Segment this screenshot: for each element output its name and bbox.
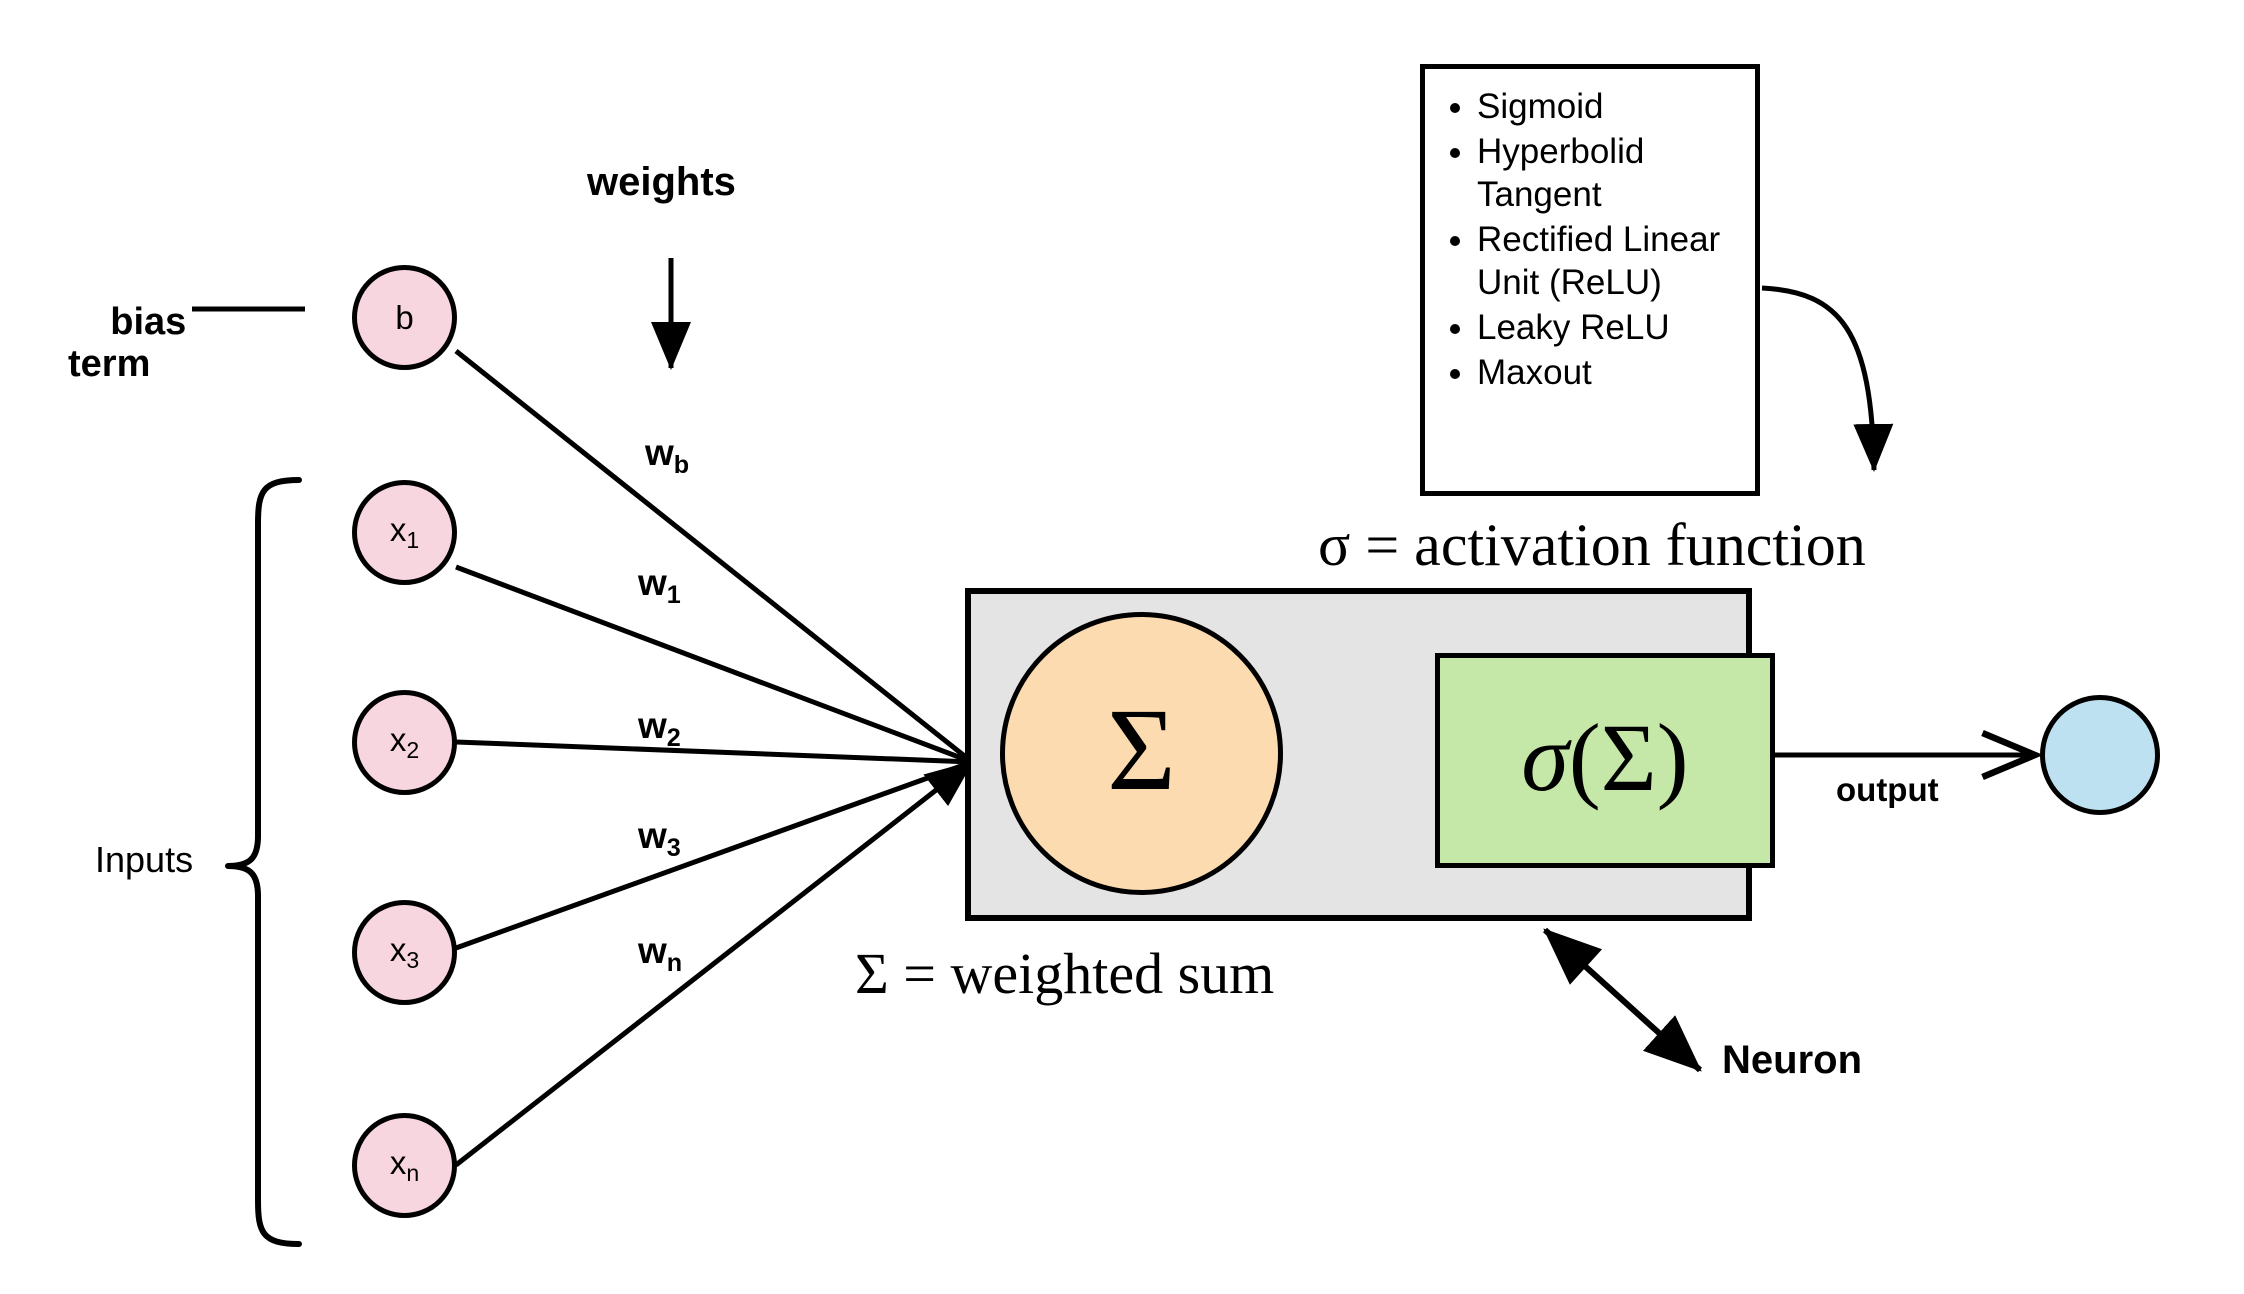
activation-function-item: Hyperbolid Tangent xyxy=(1477,130,1745,216)
weight-label-w2: w2 xyxy=(638,705,681,753)
weights-label: weights xyxy=(587,160,736,204)
node-bias[interactable]: b xyxy=(352,265,457,370)
activation-function-item: Rectified Linear Unit (ReLU) xyxy=(1477,218,1745,304)
neuron-label: Neuron xyxy=(1722,1038,1862,1082)
sigma-of-sum-glyph: σ(Σ) xyxy=(1521,703,1689,811)
node-input-xn-label: xn xyxy=(389,1143,420,1186)
activation-function-item: Leaky ReLU xyxy=(1477,306,1745,349)
weight-label-w3: w3 xyxy=(638,815,681,863)
node-input-x2-label: x2 xyxy=(389,720,420,763)
sigma-definition-label: σ = activation function xyxy=(1318,512,1866,578)
activation-functions-list: Sigmoid Hyperbolid Tangent Rectified Lin… xyxy=(1439,85,1745,394)
output-label: output xyxy=(1836,771,1939,808)
weight-label-w1: w1 xyxy=(638,562,681,610)
node-input-xn[interactable]: xn xyxy=(352,1113,457,1218)
weight-label-wb: wb xyxy=(645,432,690,480)
summation-node: Σ xyxy=(1000,612,1283,895)
diagram-canvas: bias term Inputs weights b x1 x2 x3 xn w… xyxy=(0,0,2244,1294)
activation-function-item: Maxout xyxy=(1477,351,1745,394)
node-input-x2[interactable]: x2 xyxy=(352,690,457,795)
edge-x1 xyxy=(455,564,973,765)
sum-definition-label: Σ = weighted sum xyxy=(855,941,1275,1006)
sigma-sum-glyph: Σ xyxy=(1107,683,1176,815)
node-bias-label: b xyxy=(395,299,414,336)
bias-term-label: bias term xyxy=(68,300,187,386)
node-input-x3-label: x3 xyxy=(389,930,420,973)
edge-bias xyxy=(454,349,974,764)
neuron-pointer-arrow xyxy=(1542,927,1703,1073)
activation-function-item: Sigmoid xyxy=(1477,85,1745,128)
edge-x2 xyxy=(455,739,973,765)
inputs-label: Inputs xyxy=(95,839,194,880)
weight-label-wn: wn xyxy=(638,930,683,978)
activation-functions-list-box: Sigmoid Hyperbolid Tangent Rectified Lin… xyxy=(1420,64,1760,496)
inputs-brace xyxy=(225,477,302,1247)
node-input-x1[interactable]: x1 xyxy=(352,480,457,585)
edge-x3 xyxy=(455,759,973,951)
activation-list-arrow xyxy=(1761,285,1894,472)
node-input-x1-label: x1 xyxy=(389,510,420,553)
node-input-x3[interactable]: x3 xyxy=(352,900,457,1005)
activation-function-node: σ(Σ) xyxy=(1435,653,1775,868)
node-output[interactable] xyxy=(2040,695,2160,815)
